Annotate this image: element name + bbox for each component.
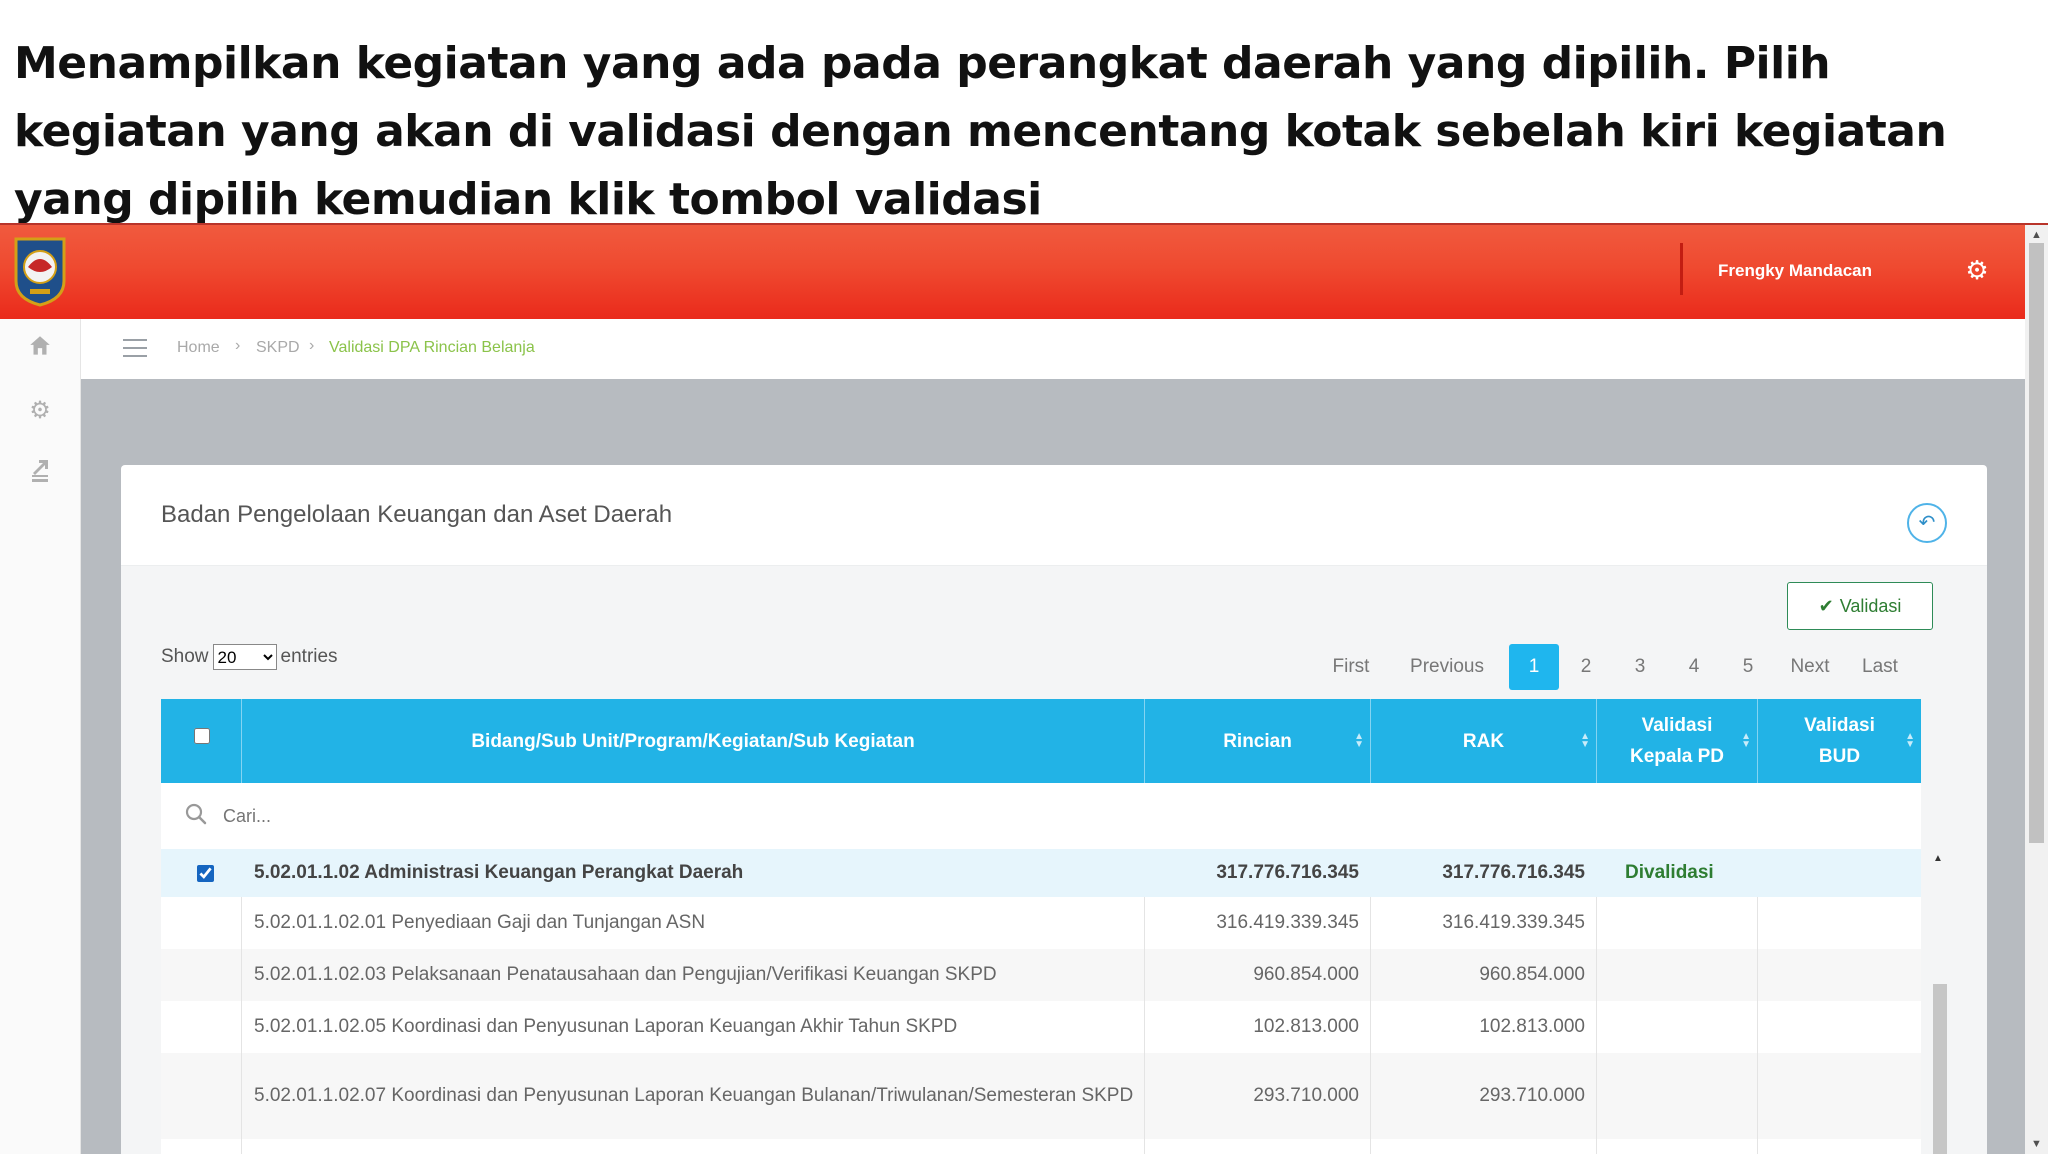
back-arrow-icon[interactable]: ↶ [1907, 503, 1947, 543]
entries-label: entries [280, 646, 338, 667]
table-scrollbar-thumb[interactable] [1933, 984, 1947, 1154]
col-header-validasi-bud[interactable]: Validasi BUD ▲ ▼ [1758, 699, 1921, 783]
page-next[interactable]: Next [1775, 644, 1845, 690]
row-name: 5.02.01.1.02.01 Penyediaan Gaji dan Tunj… [254, 912, 706, 933]
show-entries: Show 10 20 50 100 entries [161, 644, 338, 670]
menu-toggle-icon[interactable] [123, 339, 147, 363]
main-content: Home › SKPD › Validasi DPA Rincian Belan… [81, 319, 2025, 1154]
skpd-card: Badan Pengelolaan Keuangan dan Aset Daer… [121, 465, 1987, 1154]
table-row[interactable]: 5.02.01.1.02.07 Koordinasi dan Penyusuna… [161, 1053, 1921, 1140]
select-all-cell [161, 699, 242, 783]
scroll-up-icon[interactable]: ▲ [2031, 229, 2042, 241]
table-header: Bidang/Sub Unit/Program/Kegiatan/Sub Keg… [161, 699, 1921, 783]
home-icon[interactable] [24, 333, 56, 365]
validasi-button[interactable]: ✔ Validasi [1787, 582, 1933, 630]
page-4[interactable]: 4 [1667, 644, 1721, 690]
table-row[interactable]: 5.02.01.1.02 Administrasi Keuangan Peran… [161, 849, 1921, 898]
upload-icon[interactable] [24, 457, 56, 489]
sort-icon: ▲ ▼ [1741, 731, 1751, 750]
table-row[interactable]: 5.02.01.1.02.01 Penyediaan Gaji dan Tunj… [161, 897, 1921, 950]
pagination: First Previous 1 2 3 4 5 Next Last [1311, 644, 1915, 690]
col-rincian-label: Rincian [1223, 730, 1292, 752]
app-screenshot: Frengky Mandacan ⚙ ▲ ▼ ⚙ Home › SKPD › V… [0, 223, 2048, 1154]
check-icon: ✔ [1818, 595, 1834, 616]
top-navbar: Frengky Mandacan ⚙ [0, 225, 2025, 319]
gear-icon[interactable]: ⚙ [1962, 255, 1992, 285]
col-rak-label: RAK [1462, 730, 1505, 752]
government-emblem-logo [14, 237, 66, 307]
gear-icon[interactable]: ⚙ [24, 395, 56, 427]
chevron-right-icon: › [309, 337, 315, 354]
row-checkbox-cell [193, 849, 217, 897]
table-search-input[interactable] [221, 799, 825, 833]
table-scrollbar[interactable]: ▲ [1929, 849, 1947, 1154]
show-label: Show [161, 646, 209, 667]
row-rak: 960.854.000 [1479, 964, 1585, 985]
col-header-rak[interactable]: RAK ▲ ▼ [1371, 699, 1597, 783]
row-rincian: 293.710.000 [1253, 1085, 1359, 1106]
sort-icon: ▲ ▼ [1354, 731, 1364, 750]
table-row[interactable]: 5.02.01.1.02.03 Pelaksanaan Penatausahaa… [161, 949, 1921, 1002]
page-3[interactable]: 3 [1613, 644, 1667, 690]
user-name[interactable]: Frengky Mandacan [1718, 261, 1872, 281]
validated-status: Divalidasi [1625, 862, 1714, 883]
card-header: Badan Pengelolaan Keuangan dan Aset Daer… [121, 465, 1987, 566]
sidebar: ⚙ [0, 319, 81, 1154]
page-2[interactable]: 2 [1559, 644, 1613, 690]
col-validasi-kepala-pd-label: Validasi Kepala PD [1630, 715, 1724, 767]
search-icon [185, 803, 207, 825]
row-name: 5.02.01.1.02.07 Koordinasi dan Penyusuna… [254, 1085, 1134, 1106]
breadcrumb-home[interactable]: Home [177, 339, 220, 357]
row-name: 5.02.01.1.02 Administrasi Keuangan Peran… [254, 862, 744, 883]
row-rincian: 317.776.716.345 [1216, 862, 1359, 883]
row-checkbox[interactable] [197, 864, 214, 882]
tutorial-caption: Menampilkan kegiatan yang ada pada peran… [14, 38, 1947, 225]
col-header-validasi-kepala-pd[interactable]: Validasi Kepala PD ▲ ▼ [1597, 699, 1758, 783]
scrollbar-thumb[interactable] [2029, 243, 2044, 843]
col-header-rincian[interactable]: Rincian ▲ ▼ [1145, 699, 1371, 783]
row-rincian: 102.813.000 [1253, 1016, 1359, 1037]
col-validasi-bud-label: Validasi BUD [1804, 715, 1875, 767]
row-rak: 102.813.000 [1479, 1016, 1585, 1037]
breadcrumb-skpd[interactable]: SKPD [256, 339, 300, 357]
page-previous[interactable]: Previous [1391, 644, 1503, 690]
row-rak: 293.710.000 [1479, 1085, 1585, 1106]
page-1[interactable]: 1 [1509, 644, 1559, 690]
col-name-label: Bidang/Sub Unit/Program/Kegiatan/Sub Keg… [471, 730, 915, 752]
select-all-checkbox[interactable] [193, 727, 210, 744]
row-rak: 317.776.716.345 [1442, 862, 1585, 883]
row-name: 5.02.01.1.02.03 Pelaksanaan Penatausahaa… [254, 964, 997, 985]
scroll-up-icon[interactable]: ▲ [1933, 853, 1943, 864]
row-rak: 316.419.339.345 [1442, 912, 1585, 933]
page-first[interactable]: First [1311, 644, 1391, 690]
row-rincian: 960.854.000 [1253, 964, 1359, 985]
page-scrollbar[interactable]: ▲ ▼ [2025, 225, 2048, 1154]
table-row[interactable]: 5.02.01.1.02.05 Koordinasi dan Penyusuna… [161, 1001, 1921, 1054]
navbar-divider [1680, 243, 1683, 295]
col-header-name[interactable]: Bidang/Sub Unit/Program/Kegiatan/Sub Keg… [242, 699, 1145, 783]
card-title: Badan Pengelolaan Keuangan dan Aset Daer… [161, 501, 673, 528]
table-search-row [161, 783, 1921, 850]
row-rincian: 316.419.339.345 [1216, 912, 1359, 933]
row-name: 5.02.01.1.02.05 Koordinasi dan Penyusuna… [254, 1016, 958, 1037]
breadcrumb-bar: Home › SKPD › Validasi DPA Rincian Belan… [81, 319, 2025, 379]
sort-icon: ▲ ▼ [1905, 731, 1915, 750]
validasi-table: Bidang/Sub Unit/Program/Kegiatan/Sub Keg… [161, 699, 1947, 1154]
entries-select[interactable]: 10 20 50 100 [212, 644, 277, 670]
page-5[interactable]: 5 [1721, 644, 1775, 690]
validasi-label: Validasi [1839, 595, 1902, 616]
sort-icon: ▲ ▼ [1580, 731, 1590, 750]
breadcrumb-current: Validasi DPA Rincian Belanja [329, 339, 535, 356]
page-last[interactable]: Last [1845, 644, 1915, 690]
scroll-down-icon[interactable]: ▼ [2031, 1138, 2042, 1150]
chevron-right-icon: › [235, 337, 241, 354]
